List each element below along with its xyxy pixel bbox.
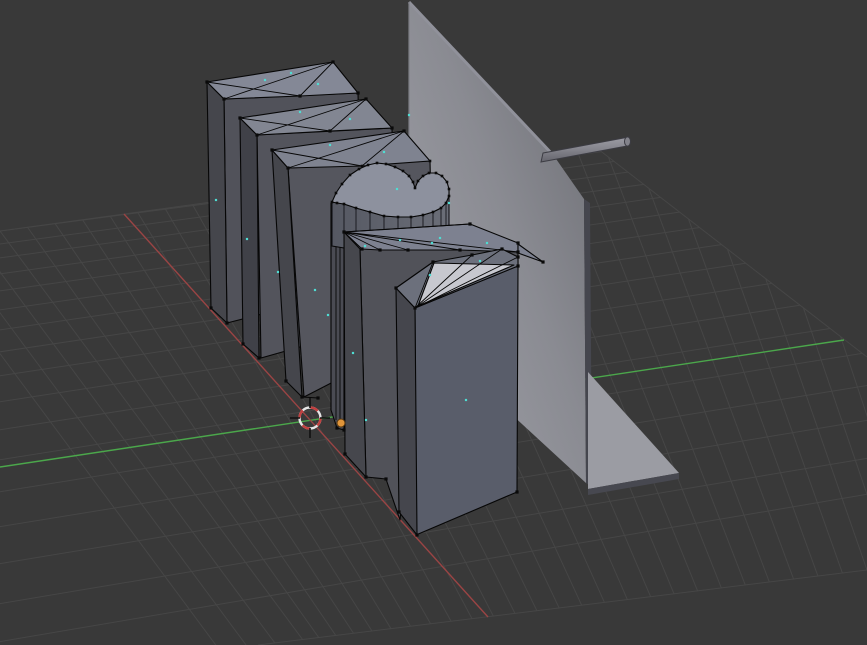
viewport-canvas[interactable] xyxy=(0,0,867,645)
object-origin-dot xyxy=(336,418,346,428)
rod-end-cap xyxy=(624,136,631,147)
blender-3d-viewport[interactable] xyxy=(0,0,867,645)
mesh-front-box[interactable] xyxy=(395,248,519,536)
